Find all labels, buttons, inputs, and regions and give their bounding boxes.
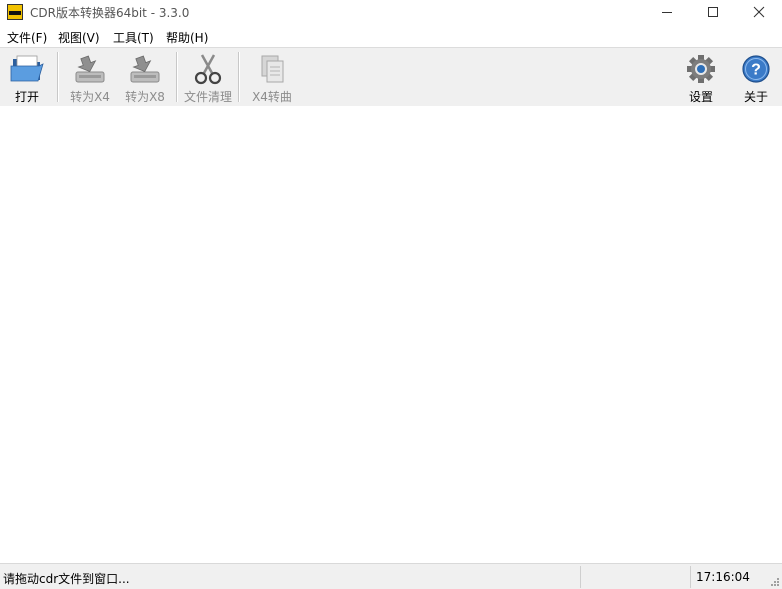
help-icon: ? (739, 52, 773, 86)
documents-icon (255, 52, 289, 86)
open-button[interactable]: 打开 (6, 48, 48, 106)
status-divider (580, 566, 581, 588)
menu-bar: 文件(F) 视图(V) 工具(T) 帮助(H) (0, 26, 782, 46)
status-time: 17:16:04 (696, 570, 750, 584)
toolbar: 打开 转为X4 转为X8 文件清理 X4转曲 设置 ? 关于 (0, 47, 782, 106)
convert-x4-button[interactable]: 转为X4 (68, 48, 112, 106)
maximize-icon (708, 7, 718, 17)
svg-text:?: ? (751, 62, 761, 79)
minimize-button[interactable] (644, 0, 690, 24)
about-label: 关于 (743, 90, 768, 104)
convert-x8-button[interactable]: 转为X8 (123, 48, 167, 106)
drop-area[interactable] (0, 106, 782, 563)
close-button[interactable] (736, 0, 782, 24)
menu-help[interactable]: 帮助(H) (166, 29, 208, 46)
menu-file[interactable]: 文件(F) (7, 29, 47, 46)
settings-label: 设置 (688, 90, 713, 104)
window-title: CDR版本转换器64bit - 3.3.0 (30, 6, 190, 20)
x4-curve-button[interactable]: X4转曲 (249, 48, 295, 106)
status-divider (690, 566, 691, 588)
title-bar: CDR版本转换器64bit - 3.3.0 (0, 0, 782, 24)
menu-tools[interactable]: 工具(T) (113, 29, 154, 46)
convert-x8-label: 转为X8 (125, 90, 165, 104)
toolbar-separator (57, 52, 59, 102)
about-button[interactable]: ? 关于 (740, 48, 772, 106)
open-label: 打开 (14, 90, 39, 104)
toolbar-separator (176, 52, 178, 102)
x4-curve-label: X4转曲 (252, 90, 292, 104)
scissors-icon (191, 52, 225, 86)
convert-x4-icon (73, 52, 107, 86)
app-icon (7, 4, 23, 20)
convert-x4-label: 转为X4 (70, 90, 110, 104)
open-folder-icon (10, 52, 44, 86)
toolbar-separator (238, 52, 240, 102)
file-clean-label: 文件清理 (183, 90, 232, 104)
status-message: 请拖动cdr文件到窗口... (3, 572, 130, 586)
file-clean-button[interactable]: 文件清理 (182, 48, 234, 106)
convert-x8-icon (128, 52, 162, 86)
maximize-button[interactable] (690, 0, 736, 24)
resize-grip-icon[interactable] (770, 577, 780, 587)
settings-button[interactable]: 设置 (684, 48, 718, 106)
menu-view[interactable]: 视图(V) (58, 29, 100, 46)
gear-icon (684, 52, 718, 86)
minimize-icon (662, 12, 672, 13)
close-icon (753, 6, 765, 18)
status-bar: 请拖动cdr文件到窗口... 17:16:04 (0, 563, 782, 589)
